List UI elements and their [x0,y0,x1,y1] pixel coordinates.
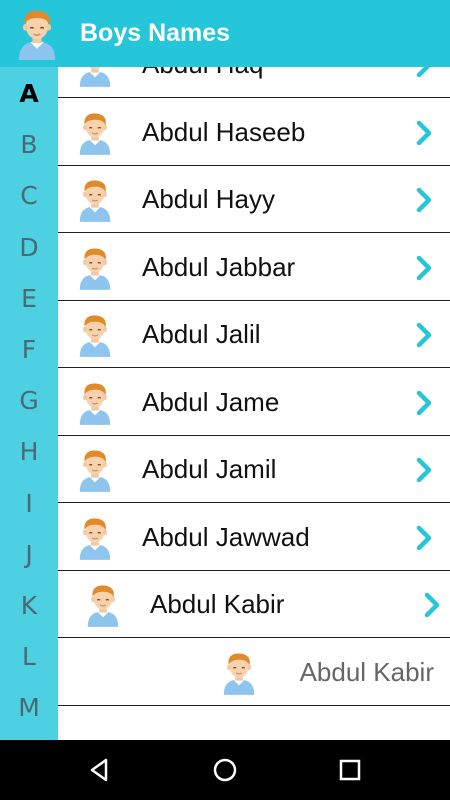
list-item[interactable]: Abdul Haseeb [58,99,450,166]
index-letter-h[interactable]: H [0,437,58,466]
boy-avatar-icon [76,448,114,492]
app-title: Boys Names [80,19,231,47]
chevron-right-icon [416,188,432,212]
index-letter-b[interactable]: B [0,130,58,159]
list-item[interactable]: Abdul Hayy [58,166,450,233]
boy-avatar-icon [76,381,114,425]
name-label: Abdul Kabir [299,656,434,687]
index-letter-c[interactable]: C [0,181,58,210]
index-letter-j[interactable]: J [0,540,58,569]
list-item[interactable]: Abdul Kabir [58,571,450,638]
chevron-right-icon [416,526,432,550]
boy-avatar-icon [76,313,114,357]
index-letter-d[interactable]: D [0,233,58,262]
name-label: Abdul Hayy [142,184,275,214]
chevron-right-icon [416,67,432,77]
list-item-dragging[interactable]: Abdul Kabir [58,639,450,706]
list-item[interactable]: Abdul Jawwad [58,504,450,571]
list-item[interactable]: Abdul Jabbar [58,234,450,301]
name-label: Abdul Kabir [150,589,285,619]
boy-avatar-icon [76,67,114,87]
chevron-right-icon [416,458,432,482]
list-item[interactable]: Abdul Jalil [58,301,450,368]
index-letter-m[interactable]: M [0,693,58,722]
home-icon[interactable] [209,754,241,786]
boy-avatar-icon [76,111,114,155]
index-letter-i[interactable]: I [0,489,58,518]
app-bar: Boys Names [0,0,450,67]
name-label: Abdul Jawwad [142,521,310,552]
boy-avatar-icon [14,8,60,60]
names-list[interactable]: Abdul Haq Abdul Haseeb Abdul Hayy Abdul Jab… [58,67,450,740]
index-letter-l[interactable]: L [0,642,58,671]
back-icon[interactable] [84,754,116,786]
chevron-right-icon [416,323,432,347]
index-letter-f[interactable]: F [0,335,58,364]
list-item[interactable]: Abdul Jame [58,369,450,436]
boy-avatar-icon [76,246,114,290]
index-letter-k[interactable]: K [0,591,58,620]
system-nav-bar [0,740,450,800]
list-item[interactable]: Abdul Haq [58,67,450,98]
recents-icon[interactable] [334,754,366,786]
list-item[interactable]: Abdul Jamil [58,436,450,503]
boy-avatar-icon [76,516,114,560]
name-label: Abdul Jame [142,386,280,417]
name-label: Abdul Jabbar [142,251,296,282]
index-letter-e[interactable]: E [0,284,58,313]
chevron-right-icon [416,256,432,280]
index-letter-a[interactable]: A [0,79,58,108]
chevron-right-icon [416,121,432,145]
alphabet-index: ABCDEFGHIJKLM [0,67,58,740]
index-letter-g[interactable]: G [0,386,58,415]
chevron-right-icon [424,593,440,617]
boy-avatar-icon [76,178,114,222]
name-label: Abdul Haseeb [142,116,306,147]
name-label: Abdul Haq [142,67,263,98]
chevron-right-icon [416,391,432,415]
name-label: Abdul Jamil [142,454,277,484]
boy-avatar-icon [220,651,258,695]
name-label: Abdul Jalil [142,319,261,349]
boy-avatar-icon [84,583,122,627]
